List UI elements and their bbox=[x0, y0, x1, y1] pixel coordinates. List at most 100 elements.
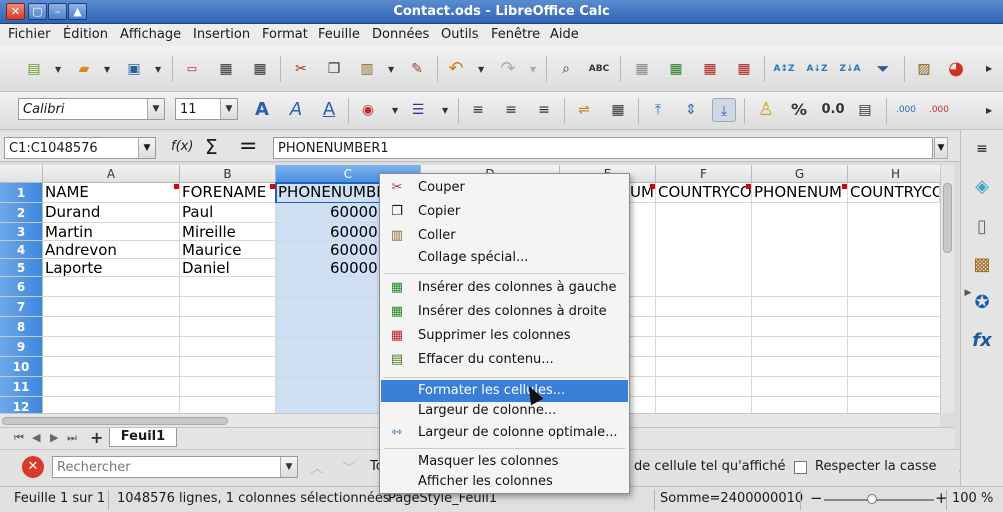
menu-item-insert-right[interactable]: ▦ Insérer des colonnes à droite bbox=[381, 301, 628, 323]
delete-row-icon[interactable]: ▦ bbox=[698, 57, 722, 81]
chevron-down-icon[interactable]: ▼ bbox=[530, 65, 536, 74]
align-right-icon[interactable]: ≡ bbox=[532, 98, 556, 122]
column-icon[interactable]: ▦ bbox=[664, 57, 688, 81]
match-case-checkbox[interactable] bbox=[794, 461, 807, 474]
sidebar-menu-icon[interactable]: ≡ bbox=[969, 136, 995, 162]
undo-icon[interactable]: ↶ bbox=[444, 57, 468, 81]
gallery-icon[interactable]: ▩ bbox=[969, 252, 995, 278]
menu-item-insert-left[interactable]: ▦ Insérer des colonnes à gauche bbox=[381, 277, 628, 299]
insert-chart-icon[interactable]: ◕ bbox=[944, 57, 968, 81]
column-header-f[interactable]: F bbox=[656, 165, 752, 183]
align-middle-icon[interactable]: ⇕ bbox=[679, 98, 703, 122]
find-replace-icon[interactable]: ⌕ bbox=[554, 57, 578, 81]
menu-item-show-columns[interactable]: Afficher les colonnes bbox=[381, 471, 628, 493]
styles-icon[interactable]: ▯ bbox=[969, 214, 995, 240]
cell-b2[interactable]: Paul bbox=[180, 203, 276, 223]
insert-image-icon[interactable]: ▨ bbox=[912, 57, 936, 81]
menu-outils[interactable]: Outils bbox=[441, 27, 479, 42]
cell-c2[interactable]: 60000 bbox=[276, 203, 381, 223]
menu-item-copier[interactable]: ❐ Copier bbox=[381, 201, 628, 223]
sum-icon[interactable]: Σ bbox=[205, 135, 218, 159]
cell-b4[interactable]: Maurice bbox=[180, 241, 276, 259]
find-previous-icon[interactable]: ︿ bbox=[310, 458, 324, 478]
sort-descending-icon[interactable]: Z↓A bbox=[838, 57, 862, 81]
sort-ascending-icon[interactable]: A↓Z bbox=[805, 57, 829, 81]
menu-affichage[interactable]: Affichage bbox=[120, 27, 181, 42]
function-wizard-icon[interactable]: f(x) bbox=[171, 139, 193, 154]
clone-formatting-icon[interactable]: ✎ bbox=[405, 57, 429, 81]
row-header-4[interactable]: 4 bbox=[0, 241, 43, 259]
row-header-5[interactable]: 5 bbox=[0, 259, 43, 277]
menu-item-coller[interactable]: ▥ Coller bbox=[381, 225, 628, 247]
first-sheet-icon[interactable]: ⏮ bbox=[14, 431, 24, 445]
scroll-thumb[interactable] bbox=[943, 183, 952, 253]
row-header-2[interactable]: 2 bbox=[0, 203, 43, 223]
next-sheet-icon[interactable]: ▶ bbox=[50, 431, 58, 444]
cell-a3[interactable]: Martin bbox=[43, 223, 180, 241]
close-findbar-icon[interactable]: ✕ bbox=[22, 456, 44, 478]
menu-item-delete-columns[interactable]: ▦ Supprimer les colonnes bbox=[381, 325, 628, 347]
cell-c5[interactable]: 60000 bbox=[276, 259, 381, 277]
chevron-down-icon[interactable]: ▼ bbox=[55, 65, 61, 74]
chevron-down-icon[interactable]: ▼ bbox=[442, 106, 448, 115]
formula-input[interactable]: PHONENUMBER1 bbox=[273, 137, 933, 159]
new-document-icon[interactable]: ▤ bbox=[22, 57, 46, 81]
row-header-6[interactable]: 6 bbox=[0, 277, 43, 297]
navigator-icon[interactable]: ✪ bbox=[969, 290, 995, 316]
zoom-slider-handle[interactable] bbox=[867, 494, 877, 504]
align-top-icon[interactable]: ⤒ bbox=[646, 98, 670, 122]
paste-icon[interactable]: ▥ bbox=[355, 57, 379, 81]
column-header-a[interactable]: A bbox=[43, 165, 180, 183]
align-center-icon[interactable]: ≡ bbox=[499, 98, 523, 122]
column-header-b[interactable]: B bbox=[180, 165, 276, 183]
zoom-slider[interactable] bbox=[824, 499, 934, 501]
menu-format[interactable]: Format bbox=[262, 27, 308, 42]
chevron-down-icon[interactable]: ▼ bbox=[138, 138, 155, 158]
font-name-combo[interactable]: Calibri ▼ bbox=[18, 98, 165, 120]
merge-cells-icon[interactable]: ▦ bbox=[606, 98, 630, 122]
zoom-out-icon[interactable]: − bbox=[810, 489, 823, 507]
sum-indicator[interactable]: Somme=2400000010 bbox=[660, 491, 803, 506]
previous-sheet-icon[interactable]: ◀ bbox=[32, 431, 40, 444]
menu-insertion[interactable]: Insertion bbox=[193, 27, 250, 42]
scissors-icon[interactable]: ✂ bbox=[289, 57, 313, 81]
toolbar-overflow-icon[interactable]: ▶ bbox=[986, 64, 992, 73]
menu-item-collage-special[interactable]: Collage spécial... bbox=[381, 247, 628, 269]
add-decimal-icon[interactable]: .000 bbox=[894, 98, 918, 122]
cell-g1[interactable]: PHONENUM bbox=[752, 183, 848, 203]
cell-a4[interactable]: Andrevon bbox=[43, 241, 180, 259]
menu-item-format-cells[interactable]: Formater les cellules... bbox=[381, 380, 628, 402]
redo-icon[interactable]: ↷ bbox=[496, 57, 520, 81]
vertical-scrollbar[interactable] bbox=[940, 165, 954, 413]
chevron-down-icon[interactable]: ▼ bbox=[478, 65, 484, 74]
row-header-11[interactable]: 11 bbox=[0, 377, 43, 397]
formula-equals-icon[interactable]: = bbox=[239, 134, 257, 159]
menu-donnees[interactable]: Données bbox=[372, 27, 429, 42]
background-color-icon[interactable]: ☰ bbox=[406, 98, 430, 122]
cell-c3[interactable]: 60000 bbox=[276, 223, 381, 241]
italic-icon[interactable]: A bbox=[284, 98, 308, 122]
row-header-10[interactable]: 10 bbox=[0, 357, 43, 377]
properties-icon[interactable]: ◈ bbox=[969, 174, 995, 200]
chevron-down-icon[interactable]: ▼ bbox=[147, 99, 164, 119]
remove-decimal-icon[interactable]: .000 bbox=[927, 98, 951, 122]
last-sheet-icon[interactable]: ⏭ bbox=[67, 431, 77, 445]
font-color-icon[interactable]: ◉ bbox=[356, 98, 380, 122]
cell-a1[interactable]: NAME bbox=[43, 183, 180, 203]
chevron-down-icon[interactable]: ▼ bbox=[388, 65, 394, 74]
name-box[interactable]: C1:C1048576 ▼ bbox=[4, 137, 156, 159]
date-format-icon[interactable]: ▤ bbox=[853, 98, 877, 122]
menu-item-hide-columns[interactable]: Masquer les colonnes bbox=[381, 451, 628, 473]
column-header-g[interactable]: G bbox=[752, 165, 848, 183]
chevron-down-icon[interactable]: ▼ bbox=[155, 65, 161, 74]
chevron-down-icon[interactable]: ▼ bbox=[220, 99, 237, 119]
underline-icon[interactable]: A bbox=[317, 98, 341, 122]
scroll-thumb[interactable] bbox=[2, 417, 228, 425]
menu-item-couper[interactable]: ✂ Couper bbox=[381, 177, 628, 199]
row-header-1[interactable]: 1 bbox=[0, 183, 43, 203]
menu-item-optimal-width[interactable]: ⇿ Largeur de colonne optimale... bbox=[381, 422, 628, 444]
search-input[interactable]: Rechercher ▼ bbox=[52, 456, 298, 478]
menu-edition[interactable]: Édition bbox=[63, 27, 108, 42]
row-header-9[interactable]: 9 bbox=[0, 337, 43, 357]
sort-icon[interactable]: A↕Z bbox=[772, 57, 796, 81]
